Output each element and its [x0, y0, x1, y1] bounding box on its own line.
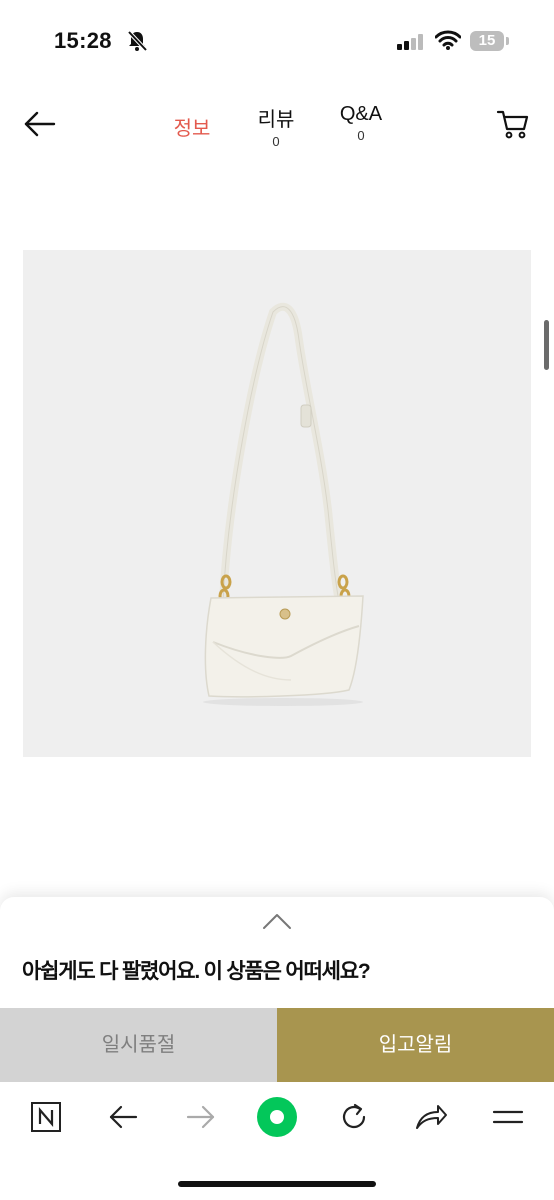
cart-icon[interactable] — [496, 108, 530, 140]
reload-icon[interactable] — [338, 1101, 370, 1133]
tab-qa[interactable]: Q&A 0 — [330, 103, 392, 143]
tab-qa-label: Q&A — [339, 103, 383, 125]
back-arrow-icon[interactable] — [22, 106, 58, 142]
browser-back-icon[interactable] — [108, 1103, 138, 1131]
tab-review-count: 0 — [272, 134, 280, 149]
chevron-up-icon[interactable] — [262, 912, 292, 930]
tab-review[interactable]: 리뷰 0 — [246, 103, 306, 149]
home-indicator[interactable] — [178, 1181, 376, 1187]
restock-notify-button[interactable]: 입고알림 — [277, 1008, 554, 1082]
tab-info[interactable]: 정보 — [160, 112, 224, 141]
naver-n-icon[interactable] — [30, 1101, 62, 1133]
tab-qa-count: 0 — [357, 128, 365, 143]
sold-out-button[interactable]: 일시품절 — [0, 1008, 277, 1082]
green-circle-icon[interactable] — [256, 1096, 298, 1138]
battery-level: 15 — [470, 31, 504, 51]
bell-slash-icon — [127, 30, 148, 52]
status-time: 15:28 — [54, 28, 112, 53]
share-icon[interactable] — [414, 1101, 448, 1133]
signal-icon — [397, 34, 423, 50]
menu-icon[interactable] — [492, 1105, 524, 1129]
browser-forward-icon[interactable] — [186, 1103, 216, 1131]
white-shoulder-bag-image — [203, 302, 364, 706]
scrollbar[interactable] — [544, 320, 549, 370]
sold-out-message: 아쉽게도 다 팔렸어요. 이 상품은 어떠세요? — [22, 960, 371, 983]
product-image[interactable] — [23, 250, 531, 757]
tab-info-label: 정보 — [173, 118, 211, 140]
tab-review-label: 리뷰 — [257, 109, 295, 131]
wifi-icon — [435, 30, 461, 50]
battery-icon: 15 — [470, 31, 510, 51]
